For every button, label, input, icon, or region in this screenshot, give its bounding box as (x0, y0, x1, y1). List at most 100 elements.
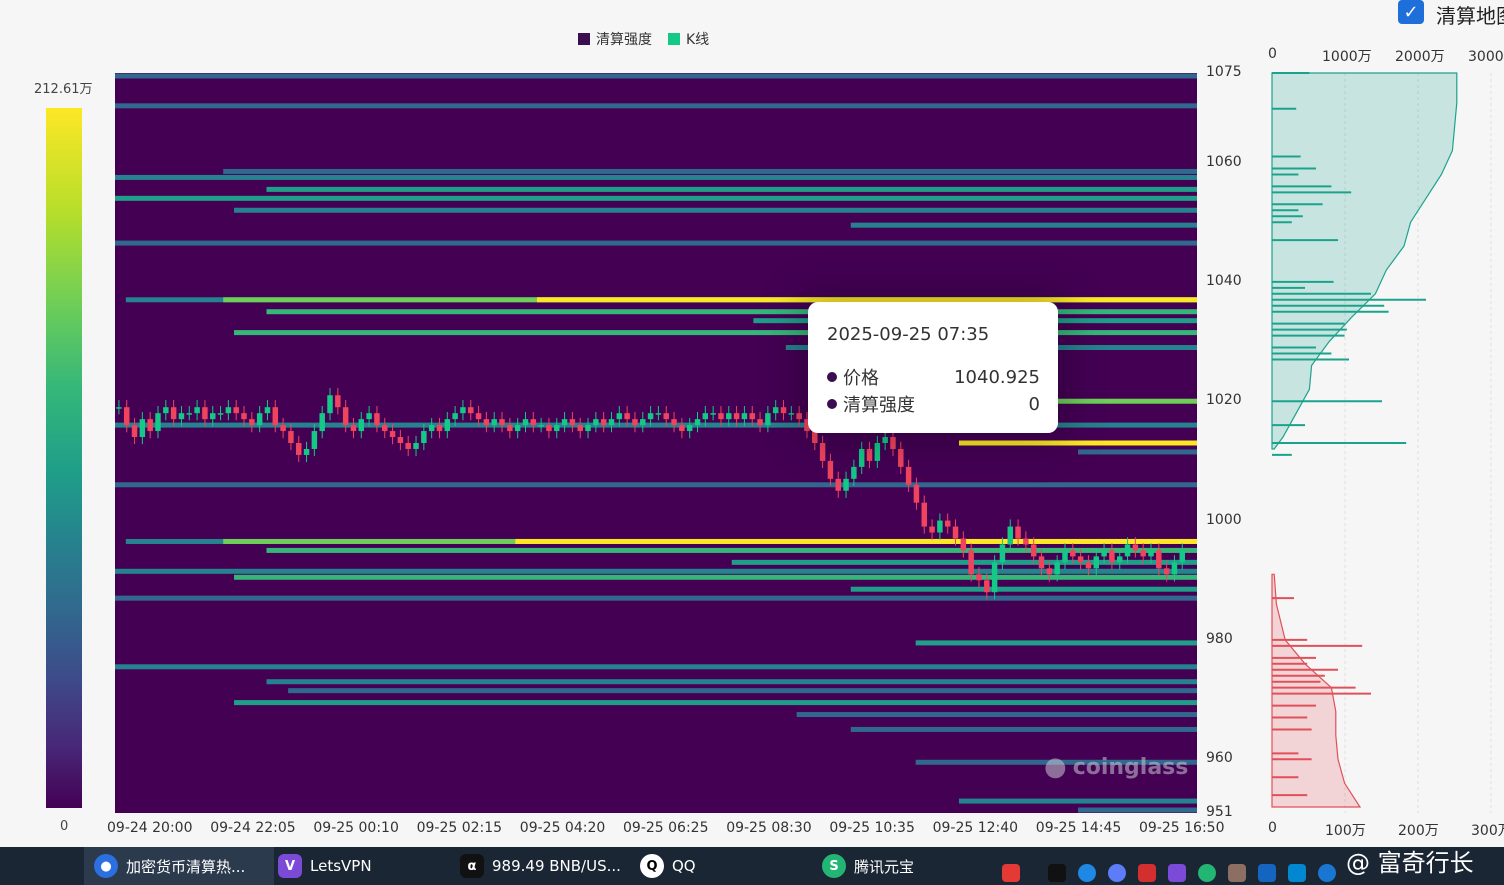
candle-body (1062, 550, 1068, 563)
browser-icon: ● (94, 854, 118, 878)
liquidation-band (850, 222, 1197, 228)
taskbar-label: 989.49 BNB/US... (492, 857, 621, 875)
liquidation-band (266, 547, 1197, 553)
tooltip-price-label: 价格 (843, 368, 879, 389)
candle-body (937, 520, 943, 533)
candle-body (1038, 556, 1045, 569)
candle-body (866, 448, 873, 461)
candle-body (147, 419, 153, 432)
candle-body (217, 413, 224, 415)
candle-body (178, 413, 185, 420)
time-tick-label: 09-25 04:20 (519, 820, 606, 836)
tray-letsvpn-icon[interactable] (1168, 864, 1186, 882)
liquidation-band (850, 726, 1197, 732)
time-tick-label: 09-25 14:45 (1035, 820, 1122, 836)
candle-body (655, 413, 662, 415)
candle-body (1101, 550, 1107, 557)
candle-body (139, 419, 146, 438)
price-tick-label: 1020 (1206, 392, 1242, 409)
side-bottom-tick-label: 100万 (1325, 823, 1366, 839)
tray-app-icon[interactable] (1228, 864, 1246, 882)
candle-body (209, 413, 216, 420)
candle-body (851, 466, 857, 479)
candle-body (772, 407, 779, 414)
chart-tooltip: 2025-09-25 07:35 价格 1040.925 清算强度 0 (808, 302, 1058, 433)
tray-browser-icon[interactable] (1078, 864, 1096, 882)
candle-body (569, 419, 576, 426)
candle-body (593, 419, 599, 426)
yuanbao-icon: S (822, 854, 846, 878)
tray-app-icon[interactable] (1258, 864, 1276, 882)
candle-body (882, 437, 888, 443)
candle-body (389, 431, 396, 438)
liquidation-band (115, 568, 1197, 574)
candle-body (296, 443, 302, 455)
candle-body (1030, 544, 1037, 557)
liquidation-band (234, 700, 1197, 706)
candle-body (913, 484, 920, 503)
candle-body (858, 448, 865, 467)
taskbar-item-browser[interactable]: ● 加密货币清算热... (84, 847, 274, 885)
taskbar-item-exchange[interactable]: α 989.49 BNB/US... (460, 847, 621, 885)
taskbar-item-qq[interactable]: Q QQ (640, 847, 696, 885)
colorbar-slider[interactable] (46, 108, 82, 808)
short-cumulative-area (1271, 573, 1362, 808)
candle-body (170, 407, 177, 420)
side-bottom-tick-label: 0 (1268, 820, 1277, 836)
price-tick-label: 960 (1206, 750, 1233, 767)
taskbar-item-yuanbao[interactable]: S 腾讯元宝 (822, 847, 914, 885)
tray-app-icon[interactable] (1138, 864, 1156, 882)
candle-body (116, 407, 122, 409)
price-tick-label: 1075 (1206, 64, 1242, 80)
legend-label-kline: K线 (686, 32, 710, 48)
tray-app-icon[interactable] (1288, 864, 1306, 882)
legend-item-intensity[interactable]: 清算强度 (578, 29, 652, 49)
time-tick-label: 09-24 20:00 (107, 820, 193, 836)
candle-body (835, 478, 841, 491)
liquidation-map-label: 清算地图 (1436, 4, 1504, 28)
liquidation-band (266, 186, 1197, 192)
candle-body (1140, 550, 1146, 557)
candle-body (358, 419, 365, 432)
exchange-icon: α (460, 854, 484, 878)
colorbar-max-label: 212.61万 (34, 82, 93, 97)
candle-body (397, 437, 404, 443)
price-tick-label: 1040 (1206, 272, 1242, 289)
candle-body (342, 407, 349, 426)
bluetooth-icon[interactable] (1318, 864, 1336, 882)
candle-body (1046, 568, 1053, 575)
candle-body (686, 425, 693, 432)
liquidation-band (515, 538, 1197, 544)
candle-body (984, 580, 990, 593)
tray-app-icon[interactable] (1108, 864, 1126, 882)
taskbar-item-letsvpn[interactable]: V LetsVPN (278, 847, 372, 885)
candle-body (241, 413, 247, 420)
legend-item-kline[interactable]: K线 (668, 29, 709, 49)
candle-body (1077, 556, 1084, 563)
candle-body (827, 460, 834, 479)
candle-body (202, 407, 208, 420)
candle-body (898, 448, 904, 467)
tray-sogou-icon[interactable] (1002, 864, 1020, 882)
candle-body (819, 443, 826, 461)
candle-body (976, 574, 982, 581)
price-tick-label: 951 (1206, 804, 1233, 820)
tray-yuanbao-icon[interactable] (1198, 864, 1216, 882)
candle-body (436, 425, 443, 432)
candle-body (382, 425, 388, 432)
candle-body (280, 425, 286, 432)
candle-body (483, 419, 490, 426)
liquidation-map-checkbox[interactable]: ✓ (1398, 0, 1424, 24)
side-top-tick-label: 2000万 (1395, 49, 1445, 65)
candle-body (890, 437, 896, 449)
candle-body (288, 431, 294, 443)
candle-body (499, 419, 505, 426)
candle-body (1015, 526, 1021, 539)
price-tick-label: 980 (1206, 630, 1233, 647)
candle-body (538, 425, 544, 427)
candle-body (710, 413, 716, 415)
candle-body (1023, 538, 1029, 545)
heatmap-chart[interactable] (115, 73, 1197, 813)
tray-exchange-icon[interactable] (1048, 864, 1066, 882)
candle-body (624, 413, 630, 420)
